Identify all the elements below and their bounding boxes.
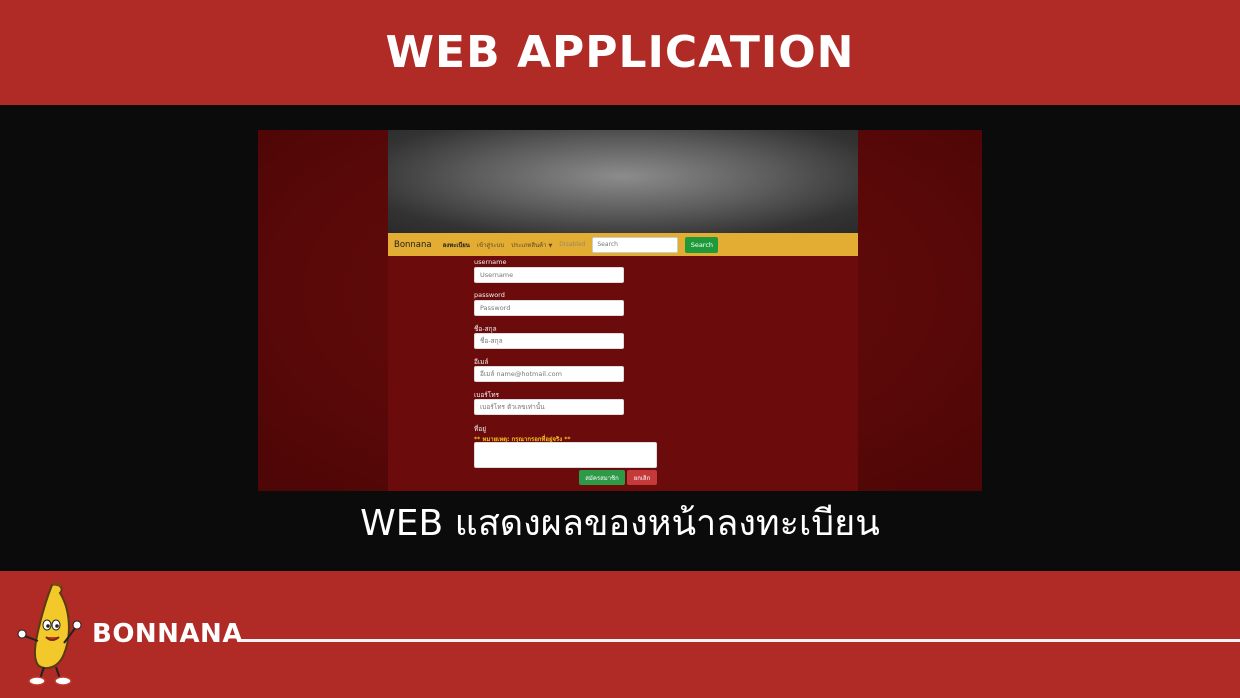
slide: WEB APPLICATION Bonnana ลงทะเบียน เข้าสู… — [0, 0, 1240, 698]
address-label: ที่อยู่ — [474, 425, 486, 433]
address-textarea[interactable] — [474, 442, 657, 468]
password-label: password — [474, 291, 505, 299]
nav-link-disabled: Disabled — [559, 241, 586, 248]
slide-caption: WEB แสดงผลของหน้าลงทะเบียน — [360, 503, 880, 544]
footer-divider — [240, 639, 1240, 642]
top-banner: WEB APPLICATION — [0, 0, 1240, 105]
search-input[interactable]: Search — [592, 236, 679, 253]
password-input[interactable]: Password — [474, 300, 624, 316]
register-submit-button[interactable]: สมัครสมาชิก — [579, 470, 625, 485]
caret-down-icon: ▼ — [548, 242, 553, 249]
search-button[interactable]: Search — [685, 236, 719, 253]
username-label: username — [474, 258, 507, 266]
navbar-brand[interactable]: Bonnana — [394, 240, 432, 250]
navbar: Bonnana ลงทะเบียน เข้าสู่ระบบ ประเภทสินค… — [388, 233, 858, 256]
hero-image — [388, 130, 858, 233]
bottom-banner: BONNANA — [0, 571, 1240, 698]
cancel-button[interactable]: ยกเลิก — [627, 470, 657, 485]
banner-title: WEB APPLICATION — [385, 27, 855, 78]
nav-dropdown-label: ประเภทสินค้า — [511, 241, 547, 249]
nav-link-login[interactable]: เข้าสู่ระบบ — [477, 240, 504, 250]
banana-mascot-icon — [17, 582, 82, 686]
phone-input[interactable]: เบอร์โทร ตัวเลขเท่านั้น — [474, 399, 624, 415]
nav-dropdown-categories[interactable]: ประเภทสินค้า ▼ — [511, 240, 552, 250]
nav-link-register[interactable]: ลงทะเบียน — [443, 240, 470, 250]
footer-brand: BONNANA — [92, 619, 243, 649]
username-input[interactable]: Username — [474, 267, 624, 283]
fullname-input[interactable]: ชื่อ-สกุล — [474, 333, 624, 349]
email-input[interactable]: อีเมล์ name@hotmail.com — [474, 366, 624, 382]
webpage-screenshot: Bonnana ลงทะเบียน เข้าสู่ระบบ ประเภทสินค… — [258, 130, 982, 491]
